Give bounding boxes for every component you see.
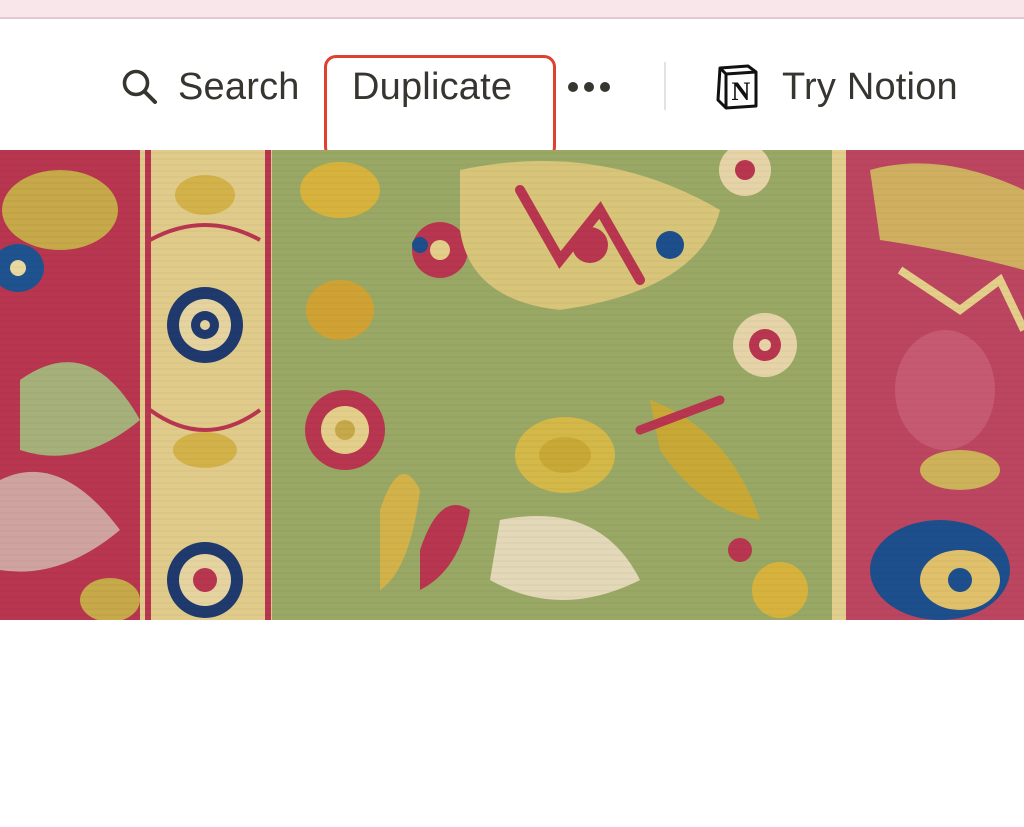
notion-logo-icon: N (716, 64, 758, 110)
try-notion-label: Try Notion (782, 65, 958, 108)
toolbar-divider (664, 62, 666, 110)
browser-top-strip (0, 0, 1024, 19)
try-notion-button[interactable]: N Try Notion (712, 64, 958, 110)
svg-text:N: N (732, 77, 751, 106)
carpet-cover-image (0, 150, 1024, 620)
search-label: Search (178, 65, 300, 108)
page-topbar: Search Duplicate N Try Notion (0, 19, 1024, 159)
ellipsis-icon (568, 82, 610, 92)
duplicate-highlight-box (324, 55, 556, 159)
page-cover-image (0, 150, 1024, 620)
search-button[interactable]: Search (120, 65, 300, 109)
search-icon (122, 69, 157, 104)
more-options-button[interactable] (568, 65, 610, 109)
